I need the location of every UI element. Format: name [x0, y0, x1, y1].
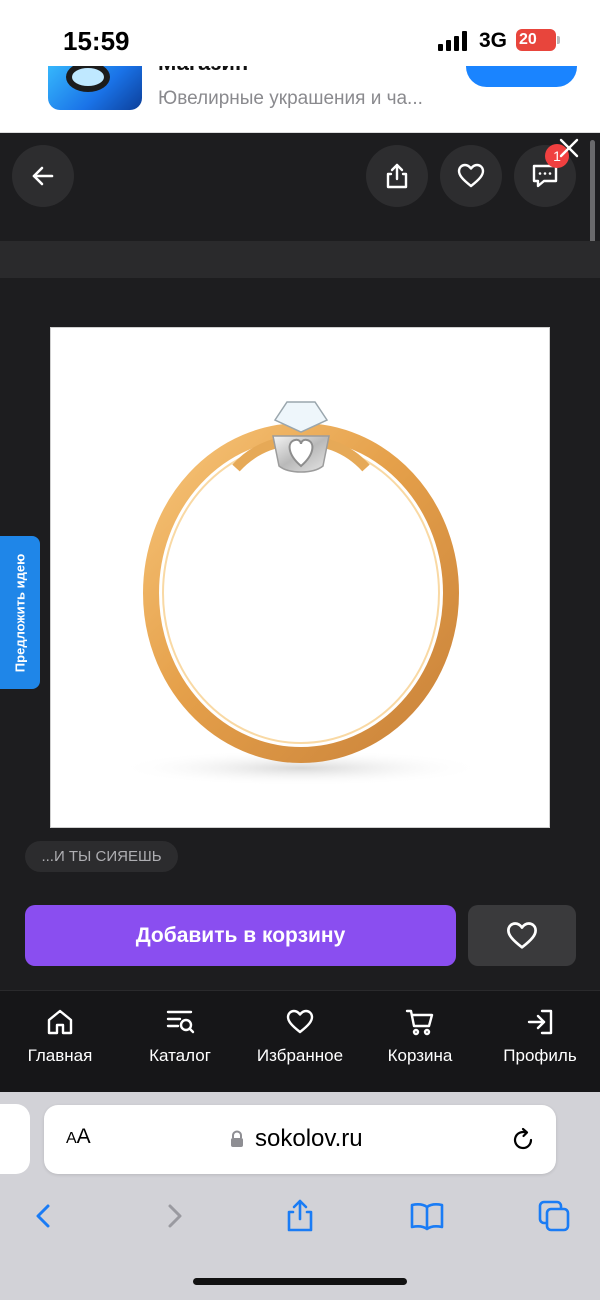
- arrow-left-icon: [32, 166, 54, 186]
- browser-forward-button[interactable]: [152, 1194, 196, 1238]
- status-time: 15:59: [63, 26, 130, 56]
- url-text: sokolov.ru: [255, 1125, 363, 1152]
- add-to-favorites-button[interactable]: [468, 905, 576, 966]
- section-strip: [0, 241, 600, 278]
- share-button[interactable]: [366, 145, 428, 207]
- address-bar[interactable]: AA sokolov.ru: [44, 1105, 556, 1174]
- nav-profile-label: Профиль: [503, 1046, 577, 1065]
- nav-home-label: Главная: [27, 1046, 93, 1065]
- signal-icon: [438, 31, 467, 51]
- nav-favorites[interactable]: Избранное: [240, 991, 360, 1093]
- share-icon: [287, 1199, 313, 1232]
- browser-bar: AA sokolov.ru: [0, 1092, 600, 1300]
- favorite-header-button[interactable]: [440, 145, 502, 207]
- bottom-nav: Главная Каталог Избранное Корзина Профил…: [0, 990, 600, 1092]
- cart-icon: [405, 1009, 434, 1036]
- book-icon: [410, 1203, 444, 1231]
- product-image[interactable]: [50, 327, 550, 828]
- app-subtitle: Ювелирные украшения и ча...: [158, 88, 423, 109]
- suggest-idea-tab[interactable]: Предложить идею: [0, 536, 40, 689]
- nav-cart[interactable]: Корзина: [360, 991, 480, 1093]
- previous-tab-preview[interactable]: [0, 1104, 30, 1174]
- nav-catalog[interactable]: Каталог: [120, 991, 240, 1093]
- network-type: 3G: [479, 29, 508, 52]
- nav-catalog-label: Каталог: [149, 1046, 211, 1065]
- chevron-right-icon: [168, 1204, 182, 1228]
- heart-icon: [507, 921, 537, 949]
- bookmarks-button[interactable]: [405, 1194, 449, 1238]
- ring-image: [116, 401, 486, 786]
- tabs-button[interactable]: [532, 1194, 576, 1238]
- battery-icon: 20: [516, 29, 556, 51]
- app-open-button[interactable]: [466, 66, 577, 87]
- login-icon: [527, 1009, 553, 1035]
- tabs-icon: [538, 1200, 570, 1232]
- heart-icon: [286, 1009, 314, 1034]
- browser-back-button[interactable]: [22, 1194, 66, 1238]
- suggest-idea-label: Предложить идею: [12, 553, 28, 672]
- home-indicator[interactable]: [193, 1278, 407, 1285]
- nav-home[interactable]: Главная: [0, 991, 120, 1093]
- collection-tag[interactable]: ...И ТЫ СИЯЕШЬ: [25, 841, 178, 872]
- app-name: Магазин: [158, 66, 248, 76]
- browser-share-button[interactable]: [278, 1194, 322, 1238]
- back-button[interactable]: [12, 145, 74, 207]
- catalog-icon: [166, 1010, 195, 1034]
- nav-cart-label: Корзина: [387, 1046, 453, 1065]
- app-icon: [48, 66, 142, 110]
- share-icon: [386, 163, 408, 189]
- app-banner[interactable]: Магазин Ювелирные украшения и ча...: [0, 66, 600, 133]
- add-to-cart-button[interactable]: Добавить в корзину: [25, 905, 456, 966]
- close-icon[interactable]: [558, 137, 580, 159]
- battery-tip: [557, 36, 560, 44]
- heart-icon: [457, 163, 485, 188]
- home-icon: [47, 1009, 73, 1035]
- scroll-indicator[interactable]: [590, 140, 595, 250]
- chevron-left-icon: [36, 1204, 50, 1228]
- nav-favorites-label: Избранное: [256, 1046, 344, 1065]
- nav-profile[interactable]: Профиль: [480, 991, 600, 1093]
- status-bar: 15:59 3G 20: [0, 0, 600, 66]
- text-size-button[interactable]: AA: [66, 1125, 91, 1149]
- battery-level: 20: [519, 31, 537, 48]
- reload-icon[interactable]: [510, 1127, 536, 1153]
- lock-icon: [231, 1130, 243, 1147]
